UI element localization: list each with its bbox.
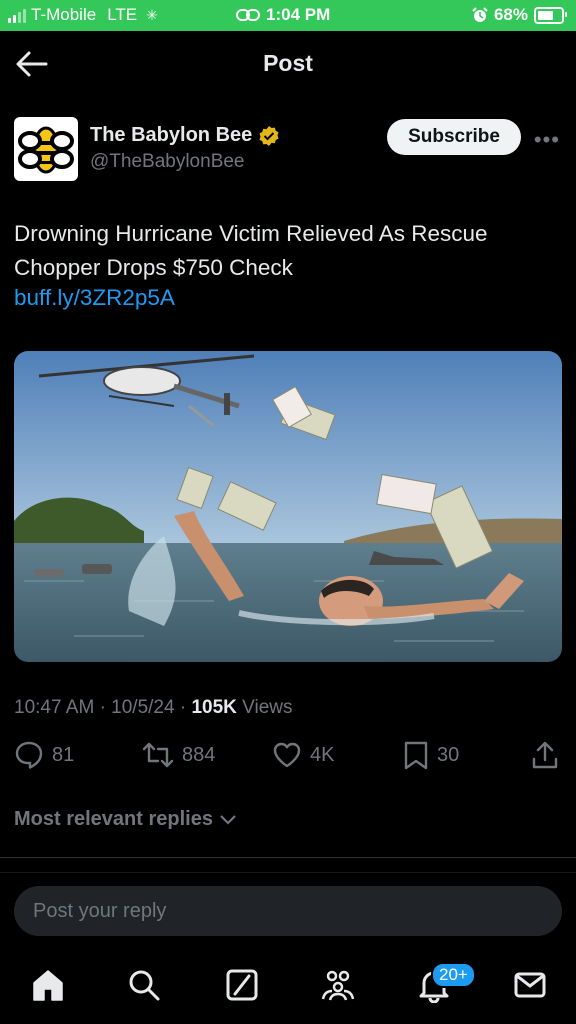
subscribe-button[interactable]: Subscribe bbox=[387, 119, 521, 155]
divider bbox=[0, 872, 576, 873]
battery-percent: 68% bbox=[493, 5, 528, 24]
bookmark-count: 30 bbox=[437, 743, 460, 766]
search-icon[interactable] bbox=[126, 967, 162, 1003]
signal-icon bbox=[8, 7, 26, 23]
post-header: The Babylon Bee @TheBabylonBee Subscribe… bbox=[14, 117, 562, 183]
post-actions: 81 884 4K 30 bbox=[0, 740, 576, 780]
network-label: LTE bbox=[107, 5, 138, 24]
repost-count: 884 bbox=[182, 743, 216, 766]
post-link[interactable]: buff.ly/3ZR2p5A bbox=[14, 285, 175, 311]
status-left: T-Mobile LTE ✳ bbox=[8, 5, 158, 25]
views-label: Views bbox=[242, 697, 293, 718]
post-image-illustration bbox=[14, 351, 562, 662]
reply-input[interactable]: Post your reply bbox=[14, 886, 562, 936]
page-title: Post bbox=[263, 50, 313, 76]
post-meta: 10:47 AM · 10/5/24 · 105K Views bbox=[14, 697, 293, 718]
status-bar: T-Mobile LTE ✳ 1:04 PM 68% bbox=[0, 0, 576, 31]
author-name[interactable]: The Babylon Bee bbox=[90, 124, 252, 147]
replies-filter[interactable]: Most relevant replies bbox=[14, 808, 237, 831]
verified-badge-icon bbox=[259, 125, 279, 146]
alarm-icon bbox=[472, 7, 488, 22]
reply-icon bbox=[15, 741, 43, 769]
bookmark-action[interactable]: 30 bbox=[403, 740, 459, 770]
share-action[interactable] bbox=[530, 740, 560, 770]
top-nav: Post bbox=[0, 31, 576, 97]
reply-count: 81 bbox=[52, 743, 75, 766]
author-handle[interactable]: @TheBabylonBee bbox=[90, 151, 245, 173]
avatar[interactable] bbox=[14, 117, 78, 181]
carrier-label: T-Mobile bbox=[31, 5, 97, 24]
battery-icon bbox=[534, 6, 567, 24]
divider bbox=[0, 857, 576, 858]
link-icon bbox=[236, 9, 260, 21]
status-right: 68% bbox=[472, 5, 567, 25]
bookmark-icon bbox=[404, 741, 428, 770]
views-count: 105K bbox=[191, 697, 237, 718]
post-image[interactable] bbox=[14, 351, 562, 662]
clock: 1:04 PM bbox=[266, 5, 331, 24]
chevron-down-icon bbox=[220, 814, 236, 825]
post-text: Drowning Hurricane Victim Relieved As Re… bbox=[14, 221, 488, 280]
notifications-badge: 20+ bbox=[431, 962, 476, 988]
replies-filter-label: Most relevant replies bbox=[14, 808, 213, 830]
status-center: 1:04 PM bbox=[236, 5, 330, 25]
repost-icon bbox=[142, 742, 174, 768]
mail-icon[interactable] bbox=[512, 967, 548, 1003]
share-icon bbox=[532, 741, 558, 769]
bee-logo-icon bbox=[18, 126, 74, 174]
loading-spinner-icon: ✳ bbox=[146, 6, 158, 23]
post-date: 10/5/24 bbox=[111, 697, 175, 718]
author-name-row[interactable]: The Babylon Bee bbox=[90, 124, 280, 147]
heart-icon bbox=[273, 742, 301, 768]
post-time: 10:47 AM bbox=[14, 697, 95, 718]
like-action[interactable]: 4K bbox=[272, 740, 334, 770]
grok-icon[interactable] bbox=[224, 967, 260, 1003]
like-count: 4K bbox=[310, 743, 335, 766]
repost-action[interactable]: 884 bbox=[142, 740, 215, 770]
reply-action[interactable]: 81 bbox=[14, 740, 74, 770]
communities-icon[interactable] bbox=[320, 967, 356, 1003]
more-options-icon[interactable]: ••• bbox=[534, 127, 560, 153]
bottom-tab-bar bbox=[0, 955, 576, 1024]
home-icon[interactable] bbox=[30, 967, 66, 1003]
